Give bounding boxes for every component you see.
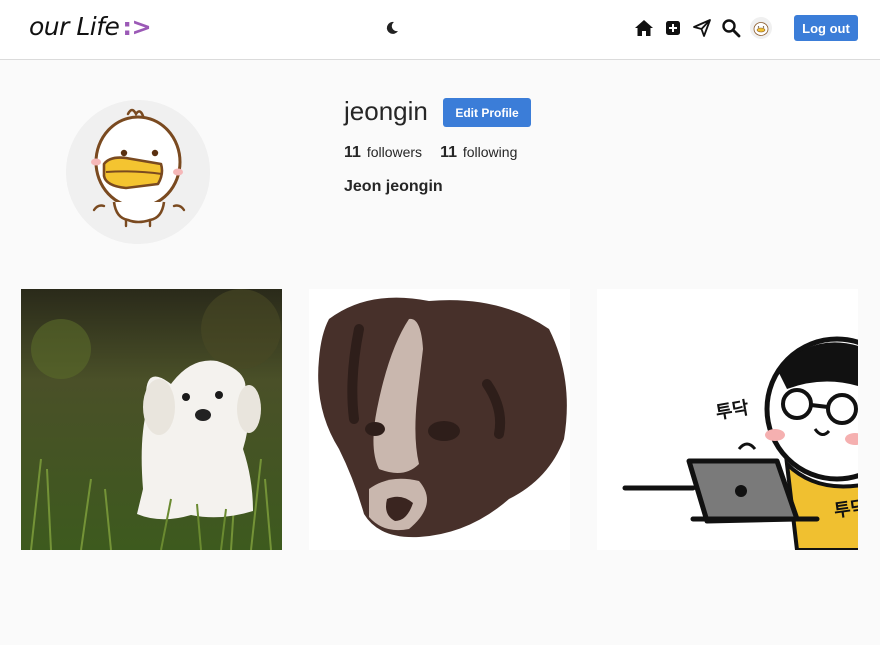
edit-profile-button[interactable]: Edit Profile — [443, 98, 531, 127]
following-label: following — [462, 144, 518, 160]
top-navbar: our Life :> Log out — [0, 0, 880, 60]
user-avatar-icon[interactable] — [750, 17, 772, 39]
profile-avatar[interactable] — [66, 100, 210, 244]
logo-text: our Life — [29, 12, 120, 41]
add-post-icon[interactable] — [662, 17, 684, 39]
following-stat[interactable]: 11 following — [440, 144, 517, 162]
moon-icon[interactable] — [383, 19, 401, 37]
following-count: 11 — [440, 144, 457, 161]
followers-count: 11 — [344, 144, 361, 161]
logo[interactable]: our Life :> — [29, 12, 152, 46]
post-thumbnail[interactable] — [309, 289, 570, 550]
home-icon[interactable] — [633, 17, 655, 39]
followers-label: followers — [366, 144, 423, 160]
logo-smile: :> — [122, 13, 152, 41]
post-thumbnail[interactable] — [21, 289, 282, 550]
post-thumbnail[interactable]: 투닥 투닥 — [597, 289, 858, 550]
send-icon[interactable] — [691, 17, 713, 39]
nav-icons — [626, 17, 772, 39]
post-caption-right: 투닥 — [833, 496, 858, 521]
followers-stat[interactable]: 11 followers — [344, 144, 422, 162]
logout-button[interactable]: Log out — [794, 15, 858, 41]
profile-stats: 11 followers 11 following — [344, 144, 535, 162]
profile-full-name: Jeon jeongin — [344, 178, 443, 195]
profile-username: jeongin — [344, 96, 428, 126]
search-icon[interactable] — [720, 17, 742, 39]
